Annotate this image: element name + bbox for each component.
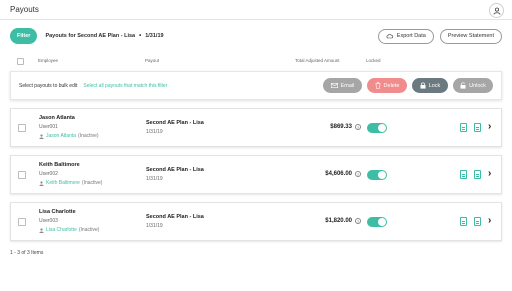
employee-user-id: User001 bbox=[39, 124, 58, 130]
employee-status: (Inactive) bbox=[78, 227, 100, 233]
trash-icon bbox=[375, 82, 381, 89]
employee-user-id: User002 bbox=[39, 171, 58, 177]
toolbar: Filter Payouts for Second AE Plan - Lisa… bbox=[10, 27, 502, 45]
employee-link[interactable]: Jason Atlanta bbox=[46, 133, 76, 139]
table-row[interactable]: Keith Baltimore User002 Keith Baltimore … bbox=[10, 155, 502, 194]
payout-amount: $1,820.00 bbox=[325, 218, 352, 224]
top-bar: Payouts bbox=[0, 0, 512, 20]
chevron-right-icon[interactable]: › bbox=[488, 168, 491, 179]
mail-icon bbox=[330, 83, 338, 88]
preview-statement-button[interactable]: Preview Statement bbox=[439, 28, 502, 44]
locked-toggle[interactable] bbox=[367, 123, 387, 133]
table-row[interactable]: Lisa Charlotte User003 Lisa Charlotte (I… bbox=[10, 202, 502, 241]
column-total: Total Adjusted Amount bbox=[295, 58, 340, 63]
employee-name: Lisa Charlotte bbox=[39, 209, 76, 215]
employee-link[interactable]: Keith Baltimore bbox=[46, 180, 80, 186]
user-menu-button[interactable] bbox=[489, 3, 504, 18]
payout-amount: $869.33 bbox=[330, 124, 352, 130]
lock-label: Lock bbox=[428, 82, 441, 89]
row-checkbox[interactable] bbox=[18, 124, 26, 132]
person-icon bbox=[39, 227, 44, 233]
breadcrumb-date: 1/31/19 bbox=[145, 33, 164, 39]
help-icon[interactable]: ? bbox=[355, 124, 361, 130]
chevron-right-icon[interactable]: › bbox=[488, 121, 491, 132]
pagination-count: 1 - 3 of 3 Items bbox=[10, 250, 44, 256]
row-checkbox[interactable] bbox=[18, 171, 26, 179]
lock-button[interactable]: Lock bbox=[412, 78, 448, 93]
person-icon bbox=[39, 180, 44, 186]
locked-toggle[interactable] bbox=[367, 217, 387, 227]
employee-status: (Inactive) bbox=[81, 180, 103, 186]
document-icon[interactable] bbox=[460, 217, 467, 226]
select-all-link[interactable]: Select all payouts that match this filte… bbox=[83, 83, 167, 89]
payout-name: Second AE Plan - Lisa bbox=[146, 214, 204, 220]
email-label: Email bbox=[340, 82, 355, 89]
person-icon bbox=[39, 133, 44, 139]
table-header: Employee Payout Total Adjusted Amount Lo… bbox=[10, 56, 502, 66]
lock-icon bbox=[420, 82, 426, 89]
chevron-right-icon[interactable]: › bbox=[488, 215, 491, 226]
row-checkbox[interactable] bbox=[18, 218, 26, 226]
preview-statement-label: Preview Statement bbox=[447, 33, 494, 39]
employee-name: Jason Atlanta bbox=[39, 115, 75, 121]
employee-name: Keith Baltimore bbox=[39, 162, 80, 168]
table-row[interactable]: Jason Atlanta User001 Jason Atlanta (Ina… bbox=[10, 108, 502, 147]
breadcrumb-separator: • bbox=[139, 33, 142, 39]
help-icon[interactable]: ? bbox=[355, 171, 361, 177]
payout-name: Second AE Plan - Lisa bbox=[146, 120, 204, 126]
unlock-label: Unlock bbox=[469, 82, 486, 89]
employee-status: (Inactive) bbox=[78, 133, 99, 139]
document-icon[interactable] bbox=[474, 123, 481, 132]
document-icon[interactable] bbox=[460, 123, 467, 132]
column-payout: Payout bbox=[145, 58, 160, 63]
payout-date: 1/31/19 bbox=[146, 129, 163, 135]
column-employee: Employee bbox=[38, 58, 59, 63]
cloud-download-icon bbox=[386, 33, 393, 39]
locked-toggle[interactable] bbox=[367, 170, 387, 180]
delete-button[interactable]: Delete bbox=[367, 78, 407, 93]
unlock-button[interactable]: Unlock bbox=[453, 78, 493, 93]
unlock-icon bbox=[460, 82, 466, 89]
bulk-edit-bar: Select payouts to bulk edit Select all p… bbox=[10, 71, 502, 100]
breadcrumb: Payouts for Second AE Plan - Lisa • 1/31… bbox=[45, 33, 163, 39]
user-icon bbox=[493, 7, 500, 15]
email-button[interactable]: Email bbox=[323, 78, 362, 93]
payout-name: Second AE Plan - Lisa bbox=[146, 167, 204, 173]
breadcrumb-plan: Payouts for Second AE Plan - Lisa bbox=[45, 33, 136, 39]
bulk-edit-prompt: Select payouts to bulk edit bbox=[19, 82, 78, 89]
delete-label: Delete bbox=[383, 82, 400, 89]
document-icon[interactable] bbox=[460, 170, 467, 179]
payout-amount: $4,606.00 bbox=[325, 171, 352, 177]
filter-button[interactable]: Filter bbox=[10, 28, 38, 44]
help-icon[interactable]: ? bbox=[355, 218, 361, 224]
column-locked: Locked bbox=[366, 58, 381, 63]
page-title: Payouts bbox=[10, 5, 39, 14]
payout-date: 1/31/19 bbox=[146, 176, 163, 182]
document-icon[interactable] bbox=[474, 170, 481, 179]
document-icon[interactable] bbox=[474, 217, 481, 226]
export-data-label: Export Data bbox=[396, 33, 426, 39]
export-data-button[interactable]: Export Data bbox=[377, 28, 434, 44]
employee-link[interactable]: Lisa Charlotte bbox=[46, 227, 77, 233]
payout-date: 1/31/19 bbox=[146, 223, 163, 229]
employee-user-id: User003 bbox=[39, 218, 58, 224]
